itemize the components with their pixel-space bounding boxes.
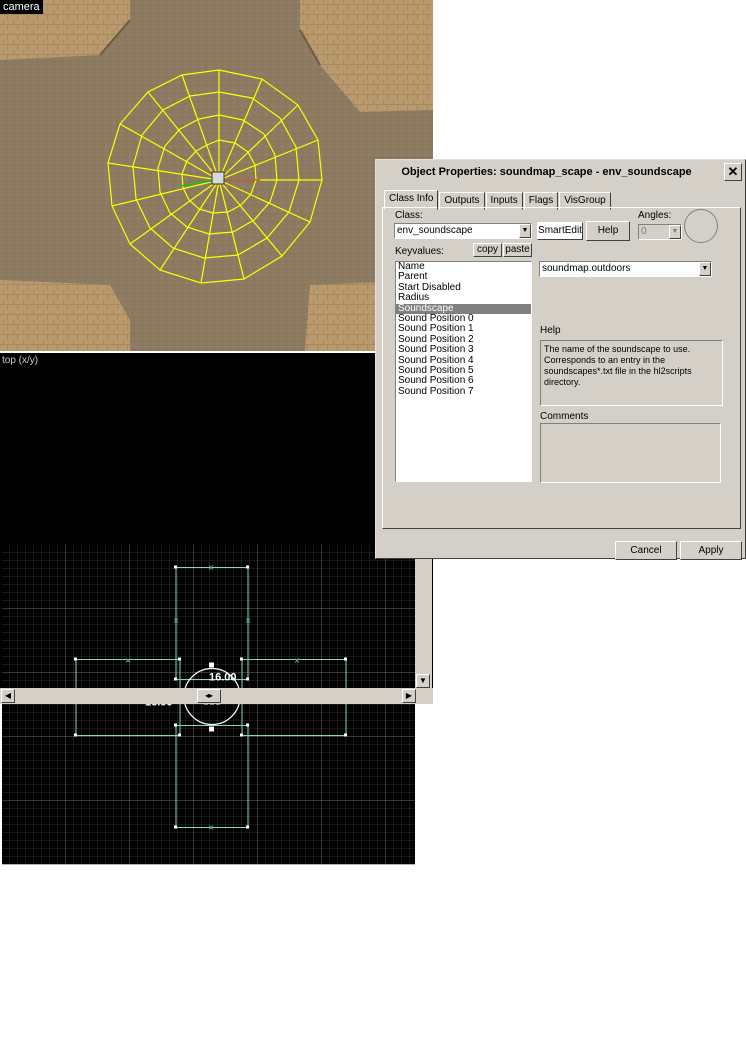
class-label: Class: — [395, 210, 423, 221]
smartedit-toggle[interactable]: SmartEdit — [537, 222, 583, 240]
list-item[interactable]: Sound Position 7 — [396, 386, 531, 397]
comments-heading: Comments — [540, 411, 589, 422]
list-item[interactable]: Radius — [396, 292, 531, 303]
comments-field[interactable] — [540, 423, 721, 483]
scroll-left-button[interactable]: ◀ — [1, 689, 15, 703]
top-viewport-label: top (x/y) — [2, 355, 39, 366]
close-button[interactable]: ✕ — [724, 163, 742, 181]
top-viewport-horizontal-scrollbar[interactable]: ◀ ◂▸ ▶ — [0, 688, 433, 704]
tab-class-info[interactable]: Class Info — [384, 190, 439, 210]
top-viewport-grid[interactable]: 16.00 16.00 — [2, 368, 415, 1041]
cancel-button[interactable]: Cancel — [615, 541, 677, 560]
paste-button[interactable]: paste — [503, 243, 532, 257]
dialog-title-bar[interactable]: Object Properties: soundmap_scape - env_… — [378, 162, 743, 182]
keyvalues-label: Keyvalues: — [395, 246, 444, 257]
camera-viewport-label: camera — [0, 0, 43, 14]
horizontal-scroll-thumb[interactable]: ◂▸ — [197, 689, 221, 703]
camera-scene — [0, 0, 433, 351]
scroll-down-button[interactable]: ▼ — [416, 674, 430, 688]
chevron-down-icon[interactable]: ▼ — [699, 262, 711, 276]
entity-icon — [211, 171, 225, 185]
dialog-tabs: Class Info Outputs Inputs Flags VisGroup — [384, 190, 612, 210]
soundscape-value: soundmap.outdoors — [542, 263, 631, 274]
soundscape-value-dropdown[interactable]: soundmap.outdoors ▼ — [539, 261, 712, 277]
apply-button[interactable]: Apply — [680, 541, 742, 560]
help-text-box: The name of the soundscape to use. Corre… — [540, 340, 723, 406]
angles-dropdown[interactable]: 0 ▼ — [638, 224, 682, 240]
angles-dial[interactable] — [684, 209, 718, 243]
camera-viewport[interactable]: camera — [0, 0, 433, 351]
chevron-down-icon[interactable]: ▼ — [519, 224, 531, 238]
class-dropdown[interactable]: env_soundscape ▼ — [394, 223, 532, 239]
dialog-title: Object Properties: soundmap_scape - env_… — [401, 166, 692, 178]
help-button[interactable]: Help — [586, 221, 630, 241]
angles-label: Angles: — [638, 210, 672, 221]
copy-button[interactable]: copy — [473, 243, 502, 257]
angles-value: 0 — [641, 226, 647, 237]
list-item[interactable]: Sound Position 3 — [396, 344, 531, 355]
class-value: env_soundscape — [397, 225, 473, 236]
dimension-width-label: 16.00 — [209, 672, 237, 684]
keyvalues-list[interactable]: Name Parent Start Disabled Radius Sounds… — [395, 261, 532, 482]
scroll-right-button[interactable]: ▶ — [402, 689, 416, 703]
help-heading: Help — [540, 325, 561, 336]
chevron-down-icon[interactable]: ▼ — [669, 225, 681, 239]
